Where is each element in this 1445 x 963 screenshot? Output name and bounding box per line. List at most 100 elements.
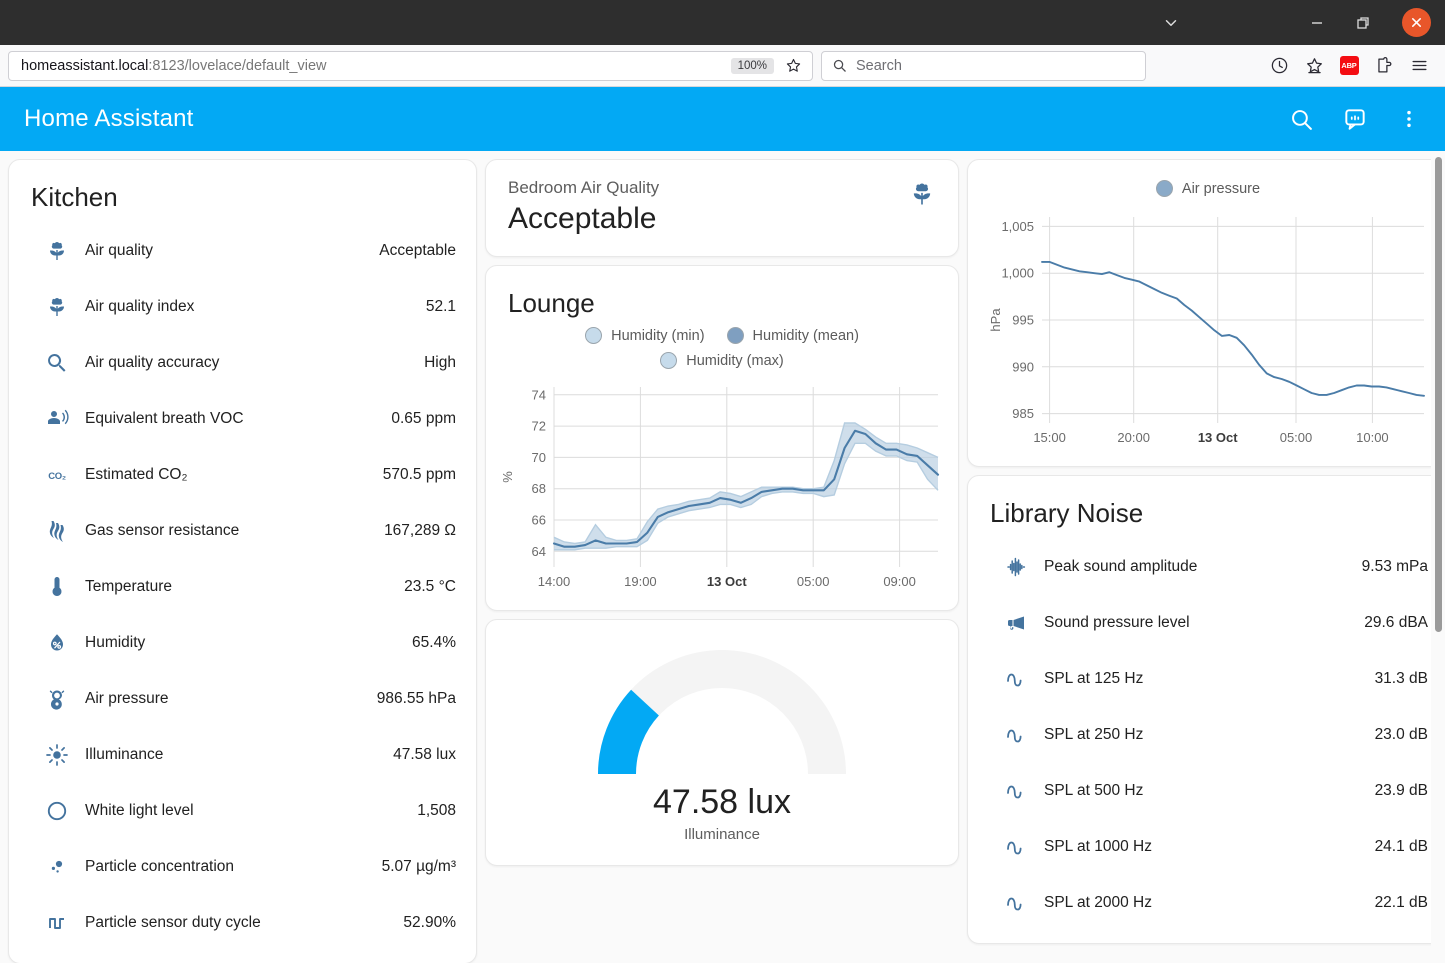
svg-text:09:00: 09:00 <box>883 574 916 589</box>
entity-row[interactable]: CO₂ Estimated CO₂ 570.5 ppm <box>29 447 456 503</box>
svg-text:05:00: 05:00 <box>1280 430 1313 445</box>
svg-text:1,000: 1,000 <box>1001 266 1034 281</box>
entity-name: Humidity <box>85 634 146 651</box>
page-scrollbar[interactable] <box>1431 151 1445 963</box>
svg-text:990: 990 <box>1012 359 1034 374</box>
extensions-icon[interactable] <box>1372 54 1396 78</box>
legend-item[interactable]: Humidity (min) <box>585 327 705 344</box>
entity-row[interactable]: SPL at 1000 Hz 24.1 dB <box>988 819 1428 875</box>
entity-value: 570.5 ppm <box>382 466 456 483</box>
bookmarks-icon[interactable] <box>1302 54 1326 78</box>
minimize-button[interactable] <box>1294 6 1340 40</box>
entity-row[interactable]: Particle concentration 5.07 µg/m³ <box>29 839 456 895</box>
flower-tulip-icon <box>29 295 85 319</box>
entity-value: 22.1 dB <box>1374 894 1428 911</box>
entity-row[interactable]: SPL at 2000 Hz 22.1 dB <box>988 875 1428 931</box>
svg-text:%: % <box>502 471 515 483</box>
gauge-arc <box>557 646 887 783</box>
adblock-icon[interactable]: ABP <box>1337 54 1361 78</box>
entity-name: Air quality accuracy <box>85 354 220 371</box>
entity-row[interactable]: SPL at 500 Hz 23.9 dB <box>988 763 1428 819</box>
legend-item[interactable]: Humidity (mean) <box>726 327 859 344</box>
window-titlebar <box>0 0 1445 45</box>
close-button[interactable] <box>1402 8 1431 37</box>
entity-row[interactable]: Sound pressure level 29.6 dBA <box>988 595 1428 651</box>
lovelace-view: Kitchen Air quality Acceptable Air quality… <box>0 151 1445 963</box>
legend-item[interactable]: Humidity (max) <box>660 352 784 369</box>
entity-value: 52.90% <box>403 914 456 931</box>
svg-text:70: 70 <box>532 450 546 465</box>
dashboard-column-1: Kitchen Air quality Acceptable Air quality… <box>8 159 477 963</box>
history-icon[interactable] <box>1267 54 1291 78</box>
svg-text:68: 68 <box>532 481 546 496</box>
entity-row[interactable]: Air pressure 986.55 hPa <box>29 671 456 727</box>
svg-text:CO₂: CO₂ <box>48 471 66 482</box>
search-icon[interactable] <box>1281 99 1321 139</box>
water-percent-icon <box>29 631 85 655</box>
search-bar[interactable]: Search <box>821 50 1146 81</box>
address-bar[interactable]: homeassistant.local:8123/lovelace/defaul… <box>8 50 813 81</box>
entity-value: High <box>424 354 456 371</box>
legend-label: Humidity (mean) <box>752 327 859 344</box>
flower-tulip-icon <box>29 239 85 263</box>
svg-text:985: 985 <box>1012 406 1034 421</box>
particles-icon <box>29 855 85 879</box>
entity-row[interactable]: SPL at 125 Hz 31.3 dB <box>988 651 1428 707</box>
app-header: Home Assistant <box>0 87 1445 151</box>
thermometer-icon <box>29 575 85 599</box>
sine-wave-icon <box>988 835 1044 859</box>
library-noise-card-title: Library Noise <box>990 498 1144 528</box>
entity-row[interactable]: Peak sound amplitude 9.53 mPa <box>988 539 1428 595</box>
entity-row[interactable]: Gas sensor resistance 167,289 Ω <box>29 503 456 559</box>
entity-name: Equivalent breath VOC <box>85 410 244 427</box>
entity-row[interactable]: Air quality index 52.1 <box>29 279 456 335</box>
svg-text:13 Oct: 13 Oct <box>707 574 747 589</box>
entity-name: SPL at 250 Hz <box>1044 726 1144 743</box>
svg-text:995: 995 <box>1012 313 1034 328</box>
entity-row[interactable]: Air quality Acceptable <box>29 223 456 279</box>
entity-row[interactable]: Air quality accuracy High <box>29 335 456 391</box>
sine-wave-icon <box>988 667 1044 691</box>
entity-row[interactable]: Illuminance 47.58 lux <box>29 727 456 783</box>
entity-row[interactable]: Equivalent breath VOC 0.65 ppm <box>29 391 456 447</box>
maximize-restore-button[interactable] <box>1340 6 1386 40</box>
entity-row[interactable]: Particle sensor duty cycle 52.90% <box>29 895 456 951</box>
entity-row[interactable]: White light level 1,508 <box>29 783 456 839</box>
svg-text:64: 64 <box>532 544 546 559</box>
menu-icon[interactable] <box>1407 54 1431 78</box>
entity-value: 9.53 mPa <box>1361 558 1428 575</box>
svg-text:05:00: 05:00 <box>797 574 830 589</box>
circle-outline-icon <box>29 799 85 823</box>
adblock-label: ABP <box>1339 56 1359 75</box>
entity-value: 23.9 dB <box>1374 782 1428 799</box>
gauge-label: Illuminance <box>684 826 760 843</box>
chevron-down-icon[interactable] <box>1148 6 1194 40</box>
entity-name: White light level <box>85 802 194 819</box>
svg-text:15:00: 15:00 <box>1033 430 1066 445</box>
svg-text:72: 72 <box>532 419 546 434</box>
legend-label: Humidity (max) <box>686 352 784 369</box>
bullhorn-icon <box>988 611 1044 635</box>
dashboard-column-3: Air pressure 985 990 995 1,000 1,005 15:00 20:… <box>967 159 1445 963</box>
sine-wave-icon <box>988 723 1044 747</box>
legend-color-dot <box>660 352 678 369</box>
legend-item[interactable]: Air pressure <box>1155 180 1260 197</box>
air-pressure-chart-plot[interactable]: 985 990 995 1,000 1,005 15:00 20:00 13 Oct 05:00… <box>984 205 1432 456</box>
entity-row[interactable]: Temperature 23.5 °C <box>29 559 456 615</box>
entity-value: 23.5 °C <box>404 578 456 595</box>
svg-text:20:00: 20:00 <box>1117 430 1150 445</box>
zoom-level-badge[interactable]: 100% <box>730 57 774 74</box>
gauge-value: 47.58 lux <box>653 783 791 821</box>
lounge-chart-plot[interactable]: 64 66 68 70 72 74 14:00 19:00 13 Oct 05:00 09:00% <box>500 377 942 600</box>
assist-icon[interactable] <box>1335 99 1375 139</box>
overflow-menu-icon[interactable] <box>1389 99 1429 139</box>
entity-row[interactable]: SPL at 250 Hz 23.0 dB <box>988 707 1428 763</box>
bedroom-air-quality-card[interactable]: Bedroom Air Quality Acceptable <box>485 159 959 257</box>
entity-value: 986.55 hPa <box>376 690 456 707</box>
bookmark-star-icon[interactable] <box>780 57 806 74</box>
illuminance-gauge-card[interactable]: 47.58 lux Illuminance <box>485 619 959 866</box>
scrollbar-thumb[interactable] <box>1435 157 1442 632</box>
entity-row[interactable]: Humidity 65.4% <box>29 615 456 671</box>
bedroom-air-quality-name: Bedroom Air Quality <box>508 178 660 197</box>
legend-color-dot <box>1155 180 1173 197</box>
